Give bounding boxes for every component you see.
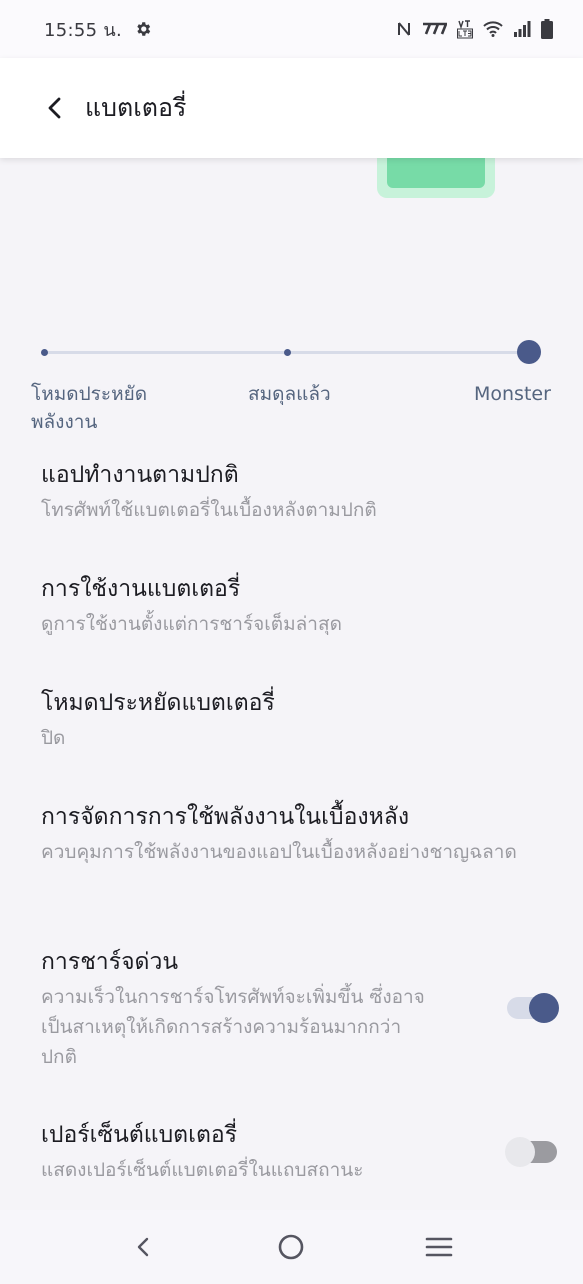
mode-label-power-saving-line2: พลังงาน — [31, 411, 98, 433]
setting-title: โหมดประหยัดแบตเตอรี่ — [41, 690, 275, 716]
wifi-icon — [483, 21, 503, 37]
setting-background-power[interactable]: การจัดการการใช้พลังงานในเบื้องหลัง ควบคุ… — [41, 801, 561, 867]
navigation-bar — [0, 1210, 583, 1284]
nav-home-icon — [279, 1234, 304, 1260]
nav-home-button[interactable] — [261, 1217, 321, 1277]
nav-recents-icon — [425, 1237, 453, 1257]
nav-recents-button[interactable] — [409, 1217, 469, 1277]
gear-icon — [137, 22, 151, 36]
setting-subtitle: แสดงเปอร์เซ็นต์แบตเตอรี่ในแถบสถานะ — [41, 1159, 364, 1181]
mode-label-monster[interactable]: Monster — [474, 380, 551, 408]
setting-subtitle: ความเร็วในการชาร์จโทรศัพท์จะเพิ่มขึ้น ซึ… — [41, 986, 425, 1068]
battery-icon — [541, 19, 553, 39]
setting-title: เปอร์เซ็นต์แบตเตอรี่ — [41, 1122, 238, 1148]
battery-percentage-toggle[interactable] — [505, 1137, 557, 1167]
setting-battery-usage[interactable]: การใช้งานแบตเตอรี่ ดูการใช้งานตั้งแต่การ… — [41, 573, 561, 639]
setting-battery-saver[interactable]: โหมดประหยัดแบตเตอรี่ ปิด — [41, 687, 561, 753]
setting-title: การจัดการการใช้พลังงานในเบื้องหลัง — [41, 804, 410, 830]
setting-subtitle: ปิด — [41, 727, 66, 749]
mode-label-balanced[interactable]: สมดุลแล้ว — [248, 380, 331, 408]
toggle-knob — [529, 993, 559, 1023]
status-bar: 15:55 น. — [0, 0, 583, 58]
nav-back-icon — [137, 1237, 149, 1257]
mode-label-power-saving[interactable]: โหมดประหยัด พลังงาน — [31, 380, 147, 436]
fast-charging-toggle[interactable] — [507, 993, 559, 1023]
setting-subtitle: โทรศัพท์ใช้แบตเตอรี่ในเบื้องหลังตามปกติ — [41, 499, 377, 521]
carrier-icon — [423, 22, 447, 35]
slider-stop-power-saving[interactable] — [41, 349, 48, 356]
setting-subtitle: ควบคุมการใช้พลังงานของแอปในเบื้องหลังอย่… — [41, 841, 517, 863]
setting-title: การใช้งานแบตเตอรี่ — [41, 576, 241, 602]
volte-icon — [457, 20, 473, 39]
battery-mode-slider[interactable] — [41, 340, 541, 364]
page-title: แบตเตอรี่ — [85, 93, 187, 122]
status-time: 15:55 น. — [44, 19, 123, 41]
setting-battery-percentage[interactable]: เปอร์เซ็นต์แบตเตอรี่ แสดงเปอร์เซ็นต์แบตเ… — [41, 1119, 561, 1185]
slider-stop-balanced[interactable] — [284, 349, 291, 356]
mode-label-power-saving-line1: โหมดประหยัด — [31, 383, 148, 405]
slider-thumb[interactable] — [517, 340, 541, 364]
nav-back-button[interactable] — [114, 1217, 174, 1277]
app-bar: แบตเตอรี่ — [0, 58, 583, 158]
back-arrow-icon — [48, 97, 61, 119]
signal-icon — [514, 21, 531, 37]
back-button[interactable] — [33, 86, 77, 130]
setting-title: การชาร์จด่วน — [41, 949, 179, 975]
setting-title: แอปทำงานตามปกติ — [41, 462, 239, 488]
toggle-knob — [505, 1137, 535, 1167]
nfc-icon — [398, 22, 410, 36]
setting-subtitle: ดูการใช้งานตั้งแต่การชาร์จเต็มล่าสุด — [41, 613, 342, 635]
setting-fast-charging[interactable]: การชาร์จด่วน ความเร็วในการชาร์จโทรศัพท์จ… — [41, 946, 561, 1072]
status-icons — [397, 19, 553, 39]
setting-app-normal[interactable]: แอปทำงานตามปกติ โทรศัพท์ใช้แบตเตอรี่ในเบ… — [41, 459, 561, 525]
